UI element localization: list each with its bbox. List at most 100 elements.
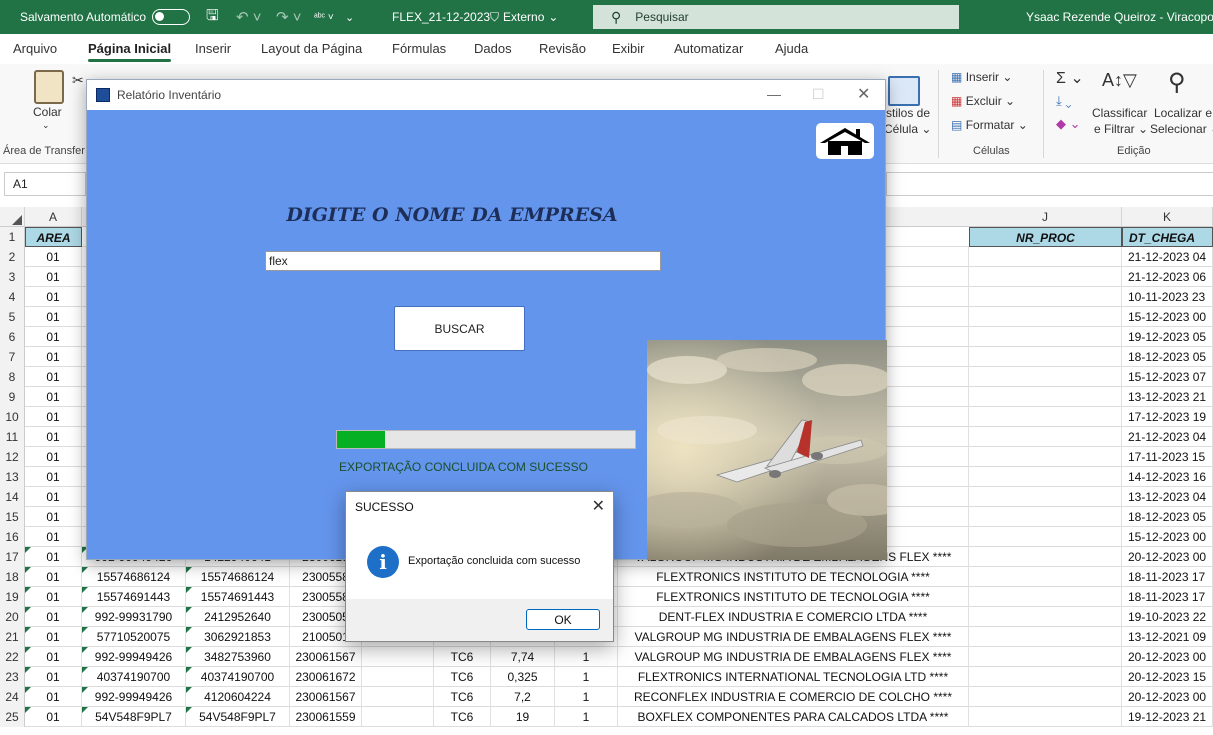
customize-toolbar-icon[interactable]: ⌄ [345, 0, 354, 34]
row-number[interactable]: 10 [0, 407, 25, 427]
cell-styles-line1[interactable]: stilos de [886, 106, 930, 120]
cell-j[interactable] [969, 467, 1122, 487]
cell-dt[interactable]: 20-12-2023 00 [1122, 647, 1213, 667]
column-header-k[interactable]: K [1122, 207, 1213, 227]
header-area[interactable]: AREA [25, 227, 82, 247]
cell-dt[interactable]: 21-12-2023 06 [1122, 267, 1213, 287]
cell-dt[interactable]: 21-12-2023 04 [1122, 427, 1213, 447]
cell-x[interactable] [362, 667, 434, 687]
cell-c[interactable]: 15574691443 [186, 587, 290, 607]
chevron-down-icon[interactable]: ⌄ [42, 120, 50, 131]
row-number[interactable]: 17 [0, 547, 25, 567]
cell-b[interactable]: 15574691443 [82, 587, 186, 607]
cell-dt[interactable]: 18-12-2023 05 [1122, 507, 1213, 527]
column-header-j[interactable]: J [969, 207, 1122, 227]
tab-formulas[interactable]: Fórmulas [392, 41, 446, 56]
cell-name[interactable]: BOXFLEX COMPONENTES PARA CALCADOS LTDA *… [618, 707, 969, 727]
minimize-icon[interactable]: — [767, 86, 781, 102]
cell-j[interactable] [969, 607, 1122, 627]
cell-c[interactable]: 2412952640 [186, 607, 290, 627]
cell-f[interactable]: 7,2 [491, 687, 555, 707]
insert-cells-button[interactable]: ▦ Inserir ⌄ [951, 70, 1012, 84]
close-icon[interactable]: ✕ [857, 84, 870, 104]
cell-a[interactable]: 01 [25, 407, 82, 427]
row-number[interactable]: 14 [0, 487, 25, 507]
tab-layout[interactable]: Layout da Página [261, 41, 362, 56]
cell-dt[interactable]: 20-12-2023 00 [1122, 547, 1213, 567]
cell-a[interactable]: 01 [25, 547, 82, 567]
cell-x[interactable] [362, 647, 434, 667]
cell-g[interactable]: 1 [555, 667, 618, 687]
row-number[interactable]: 16 [0, 527, 25, 547]
cell-j[interactable] [969, 287, 1122, 307]
cell-f[interactable]: 0,325 [491, 667, 555, 687]
cell-b[interactable]: 54V548F9PL7 [82, 707, 186, 727]
file-name[interactable]: FLEX_21-12-2023 [392, 0, 490, 34]
cell-a[interactable]: 01 [25, 567, 82, 587]
cell-c[interactable]: 3482753960 [186, 647, 290, 667]
row-number[interactable]: 6 [0, 327, 25, 347]
cell-j[interactable] [969, 527, 1122, 547]
cell-j[interactable] [969, 327, 1122, 347]
tab-revisao[interactable]: Revisão [539, 41, 586, 56]
cell-name[interactable]: VALGROUP MG INDUSTRIA DE EMBALAGENS FLEX… [618, 627, 969, 647]
cell-dt[interactable]: 13-12-2021 09 [1122, 627, 1213, 647]
cell-dt[interactable]: 18-11-2023 17 [1122, 567, 1213, 587]
row-number[interactable]: 7 [0, 347, 25, 367]
cell-b[interactable]: 992-99931790 [82, 607, 186, 627]
cell-f[interactable]: 19 [491, 707, 555, 727]
cell-a[interactable]: 01 [25, 587, 82, 607]
cell-name[interactable]: VALGROUP MG INDUSTRIA DE EMBALAGENS FLEX… [618, 647, 969, 667]
tab-dados[interactable]: Dados [474, 41, 512, 56]
cell-j[interactable] [969, 347, 1122, 367]
tab-pagina-inicial[interactable]: Página Inicial [88, 41, 172, 62]
cell-e[interactable]: TC6 [434, 647, 491, 667]
cell-c[interactable]: 54V548F9PL7 [186, 707, 290, 727]
row-number[interactable]: 8 [0, 367, 25, 387]
cell-dt[interactable]: 18-12-2023 05 [1122, 347, 1213, 367]
row-number[interactable]: 3 [0, 267, 25, 287]
row-number[interactable]: 19 [0, 587, 25, 607]
save-icon[interactable]: 🖫 [206, 0, 219, 34]
cell-b[interactable]: 992-99949426 [82, 687, 186, 707]
row-number[interactable]: 13 [0, 467, 25, 487]
column-header-a[interactable]: A [25, 207, 82, 227]
maximize-icon[interactable]: ☐ [812, 86, 825, 103]
row-number[interactable]: 1 [0, 227, 25, 247]
cell-dt[interactable]: 19-10-2023 22 [1122, 607, 1213, 627]
cell-dt[interactable]: 20-12-2023 15 [1122, 667, 1213, 687]
close-icon[interactable]: ✕ [592, 496, 605, 516]
cell-d[interactable]: 230061567 [290, 647, 362, 667]
cell-name[interactable]: DENT-FLEX INDUSTRIA E COMERCIO LTDA **** [618, 607, 969, 627]
cell-dt[interactable]: 19-12-2023 05 [1122, 327, 1213, 347]
cell-j[interactable] [969, 707, 1122, 727]
cell-j[interactable] [969, 387, 1122, 407]
sort-filter-icon[interactable]: A↕▽ [1102, 70, 1137, 91]
row-number[interactable]: 9 [0, 387, 25, 407]
ok-button[interactable]: OK [526, 609, 600, 630]
cell-c[interactable]: 15574686124 [186, 567, 290, 587]
cell-a[interactable]: 01 [25, 387, 82, 407]
cell-dt[interactable]: 14-12-2023 16 [1122, 467, 1213, 487]
sensitivity-label[interactable]: ⛉ Externo ⌄ [490, 0, 558, 34]
row-number[interactable]: 12 [0, 447, 25, 467]
cell-a[interactable]: 01 [25, 707, 82, 727]
cell-j[interactable] [969, 267, 1122, 287]
cell-j[interactable] [969, 367, 1122, 387]
search-box[interactable]: ⚲ Pesquisar [593, 5, 959, 29]
cell-e[interactable]: TC6 [434, 687, 491, 707]
user-name[interactable]: Ysaac Rezende Queiroz - Viracopos [1026, 0, 1213, 34]
cell-j[interactable] [969, 567, 1122, 587]
cell-g[interactable]: 1 [555, 647, 618, 667]
autosum-icon[interactable]: Σ ⌄ [1056, 68, 1084, 88]
cell-c[interactable]: 3062921853 [186, 627, 290, 647]
cell-j[interactable] [969, 427, 1122, 447]
cell-j[interactable] [969, 407, 1122, 427]
cell-dt[interactable]: 13-12-2023 21 [1122, 387, 1213, 407]
cell-name[interactable]: FLEXTRONICS INSTITUTO DE TECNOLOGIA **** [618, 567, 969, 587]
cell-j[interactable] [969, 627, 1122, 647]
cell-g[interactable]: 1 [555, 687, 618, 707]
cell-a[interactable]: 01 [25, 607, 82, 627]
row-number[interactable]: 2 [0, 247, 25, 267]
cell-dt[interactable]: 18-11-2023 17 [1122, 587, 1213, 607]
